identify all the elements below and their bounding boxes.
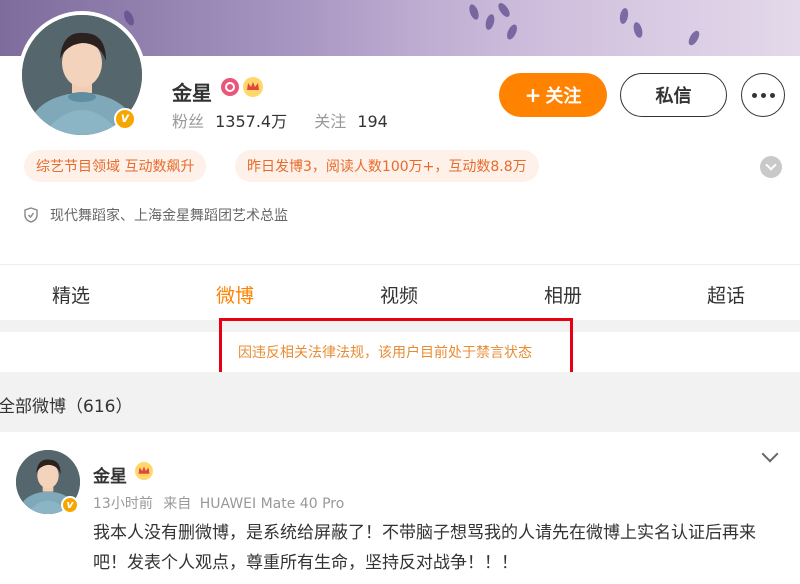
profile-tabs: 精选 微博 视频 相册 超话 — [0, 264, 800, 320]
tab-weibo[interactable]: 微博 — [216, 281, 254, 308]
fans-count[interactable]: 1357.4万 — [215, 112, 287, 131]
tag-stats[interactable]: 昨日发博3，阅读人数100万+，互动数8.8万 — [235, 150, 539, 182]
profile-description: 现代舞蹈家、上海金星舞蹈团艺术总监 — [24, 205, 288, 225]
message-button-label: 私信 — [655, 86, 692, 107]
following-count[interactable]: 194 — [357, 112, 388, 131]
profile-name: 金星 — [172, 81, 212, 105]
post-card: v 金星 13小时前 来自 HUAWEI Mate 40 Pro 我本人没有删微… — [0, 432, 800, 584]
post-author[interactable]: 金星 — [93, 462, 127, 487]
tab-featured[interactable]: 精选 — [52, 281, 90, 308]
tab-album[interactable]: 相册 — [544, 281, 582, 308]
post-source-prefix: 来自 — [163, 496, 192, 512]
lens-icon — [221, 78, 239, 96]
crown-icon — [135, 462, 153, 480]
profile-stats: 粉丝 1357.4万 关注 194 — [172, 108, 388, 132]
follow-button[interactable]: + 关注 — [499, 73, 607, 117]
crown-icon — [243, 77, 263, 97]
shield-icon — [24, 207, 38, 223]
verified-v-icon: v — [61, 496, 79, 514]
follow-button-label: 关注 — [545, 86, 582, 107]
post-source: HUAWEI Mate 40 Pro — [199, 496, 345, 512]
message-button[interactable]: 私信 — [620, 73, 727, 117]
plus-icon: + — [524, 83, 542, 107]
description-text: 现代舞蹈家、上海金星舞蹈团艺术总监 — [50, 208, 288, 224]
tag-trending[interactable]: 综艺节目领域 互动数飙升 — [24, 150, 207, 182]
post-text: 我本人没有删微博，是系统给屏蔽了！不带脑子想骂我的人请先在微博上实名认证后再来吧… — [93, 523, 756, 573]
more-icon[interactable] — [741, 73, 785, 117]
tab-supertopic[interactable]: 超话 — [707, 281, 745, 308]
tab-video[interactable]: 视频 — [380, 281, 418, 308]
post-meta: 13小时前 来自 HUAWEI Mate 40 Pro — [93, 493, 344, 513]
all-posts-label[interactable]: 全部微博（616） — [0, 392, 132, 417]
fans-label: 粉丝 — [172, 112, 205, 131]
verified-v-icon: v — [114, 108, 136, 130]
expand-chevron-icon[interactable] — [760, 156, 782, 178]
chevron-down-icon[interactable] — [761, 445, 779, 463]
post-time[interactable]: 13小时前 — [93, 496, 153, 512]
following-label: 关注 — [314, 112, 347, 131]
